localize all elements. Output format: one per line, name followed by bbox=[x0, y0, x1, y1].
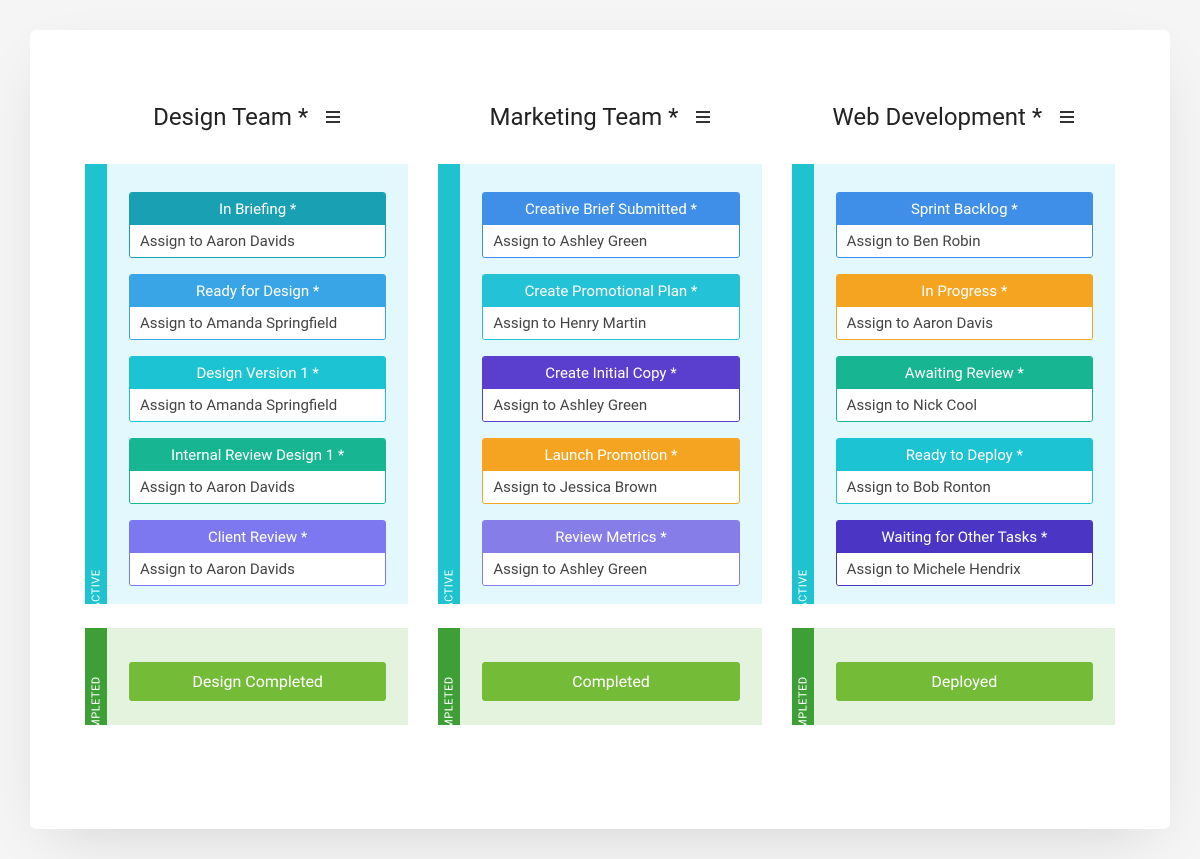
active-panel: ACTIVE Creative Brief Submitted * Assign… bbox=[438, 164, 761, 604]
column-header: Marketing Team * bbox=[438, 100, 761, 134]
task-title: Creative Brief Submitted * bbox=[483, 193, 738, 225]
task-assign: Assign to Nick Cool bbox=[837, 389, 1092, 421]
task-title: Waiting for Other Tasks * bbox=[837, 521, 1092, 553]
task-assign: Assign to Ashley Green bbox=[483, 225, 738, 257]
task-assign: Assign to Aaron Davids bbox=[130, 225, 385, 257]
completed-tab[interactable]: COMPLETED bbox=[438, 628, 460, 725]
column-header: Web Development * bbox=[792, 100, 1115, 134]
active-tab-label: ACTIVE bbox=[443, 570, 456, 610]
completed-panel-body: Deployed bbox=[814, 628, 1115, 725]
column-menu-icon[interactable] bbox=[1060, 111, 1074, 123]
task-card[interactable]: Launch Promotion * Assign to Jessica Bro… bbox=[482, 438, 739, 504]
task-assign: Assign to Aaron Davids bbox=[130, 553, 385, 585]
active-tab[interactable]: ACTIVE bbox=[792, 164, 814, 604]
completed-tab-label: COMPLETED bbox=[443, 676, 456, 744]
task-assign: Assign to Henry Martin bbox=[483, 307, 738, 339]
task-card[interactable]: Create Promotional Plan * Assign to Henr… bbox=[482, 274, 739, 340]
task-title: Client Review * bbox=[130, 521, 385, 553]
task-assign: Assign to Amanda Springfield bbox=[130, 307, 385, 339]
completed-tab-label: COMPLETED bbox=[796, 676, 809, 744]
task-assign: Assign to Ben Robin bbox=[837, 225, 1092, 257]
active-panel: ACTIVE Sprint Backlog * Assign to Ben Ro… bbox=[792, 164, 1115, 604]
board-canvas: Design Team * ACTIVE In Briefing * Assig… bbox=[30, 30, 1170, 829]
active-panel-body: In Briefing * Assign to Aaron Davids Rea… bbox=[107, 164, 408, 604]
completed-panel: COMPLETED Design Completed bbox=[85, 628, 408, 725]
column-marketing-team: Marketing Team * ACTIVE Creative Brief S… bbox=[438, 100, 761, 749]
task-title: Internal Review Design 1 * bbox=[130, 439, 385, 471]
task-title: Create Promotional Plan * bbox=[483, 275, 738, 307]
task-card[interactable]: Waiting for Other Tasks * Assign to Mich… bbox=[836, 520, 1093, 586]
task-title: Design Version 1 * bbox=[130, 357, 385, 389]
task-assign: Assign to Ashley Green bbox=[483, 553, 738, 585]
task-title: In Briefing * bbox=[130, 193, 385, 225]
active-tab[interactable]: ACTIVE bbox=[85, 164, 107, 604]
column-design-team: Design Team * ACTIVE In Briefing * Assig… bbox=[85, 100, 408, 749]
completed-button[interactable]: Deployed bbox=[836, 662, 1093, 701]
task-card[interactable]: Creative Brief Submitted * Assign to Ash… bbox=[482, 192, 739, 258]
column-menu-icon[interactable] bbox=[326, 111, 340, 123]
task-title: Launch Promotion * bbox=[483, 439, 738, 471]
completed-tab-label: COMPLETED bbox=[90, 676, 103, 744]
task-assign: Assign to Bob Ronton bbox=[837, 471, 1092, 503]
active-tab[interactable]: ACTIVE bbox=[438, 164, 460, 604]
active-panel: ACTIVE In Briefing * Assign to Aaron Dav… bbox=[85, 164, 408, 604]
task-assign: Assign to Aaron Davids bbox=[130, 471, 385, 503]
completed-panel-body: Design Completed bbox=[107, 628, 408, 725]
task-card[interactable]: Ready to Deploy * Assign to Bob Ronton bbox=[836, 438, 1093, 504]
active-panel-body: Creative Brief Submitted * Assign to Ash… bbox=[460, 164, 761, 604]
task-title: Review Metrics * bbox=[483, 521, 738, 553]
completed-panel-body: Completed bbox=[460, 628, 761, 725]
task-card[interactable]: In Briefing * Assign to Aaron Davids bbox=[129, 192, 386, 258]
task-card[interactable]: Sprint Backlog * Assign to Ben Robin bbox=[836, 192, 1093, 258]
completed-button[interactable]: Completed bbox=[482, 662, 739, 701]
task-card[interactable]: Internal Review Design 1 * Assign to Aar… bbox=[129, 438, 386, 504]
task-title: Ready to Deploy * bbox=[837, 439, 1092, 471]
active-tab-label: ACTIVE bbox=[90, 570, 103, 610]
task-title: In Progress * bbox=[837, 275, 1092, 307]
task-title: Ready for Design * bbox=[130, 275, 385, 307]
column-menu-icon[interactable] bbox=[696, 111, 710, 123]
completed-button[interactable]: Design Completed bbox=[129, 662, 386, 701]
task-assign: Assign to Michele Hendrix bbox=[837, 553, 1092, 585]
completed-panel: COMPLETED Deployed bbox=[792, 628, 1115, 725]
task-card[interactable]: Review Metrics * Assign to Ashley Green bbox=[482, 520, 739, 586]
task-card[interactable]: Design Version 1 * Assign to Amanda Spri… bbox=[129, 356, 386, 422]
column-web-development: Web Development * ACTIVE Sprint Backlog … bbox=[792, 100, 1115, 749]
task-card[interactable]: Create Initial Copy * Assign to Ashley G… bbox=[482, 356, 739, 422]
column-title: Design Team * bbox=[153, 103, 308, 131]
task-card[interactable]: Client Review * Assign to Aaron Davids bbox=[129, 520, 386, 586]
task-card[interactable]: In Progress * Assign to Aaron Davis bbox=[836, 274, 1093, 340]
task-assign: Assign to Jessica Brown bbox=[483, 471, 738, 503]
completed-panel: COMPLETED Completed bbox=[438, 628, 761, 725]
task-assign: Assign to Amanda Springfield bbox=[130, 389, 385, 421]
task-title: Sprint Backlog * bbox=[837, 193, 1092, 225]
task-title: Awaiting Review * bbox=[837, 357, 1092, 389]
task-card[interactable]: Ready for Design * Assign to Amanda Spri… bbox=[129, 274, 386, 340]
task-card[interactable]: Awaiting Review * Assign to Nick Cool bbox=[836, 356, 1093, 422]
active-tab-label: ACTIVE bbox=[796, 570, 809, 610]
active-panel-body: Sprint Backlog * Assign to Ben Robin In … bbox=[814, 164, 1115, 604]
task-title: Create Initial Copy * bbox=[483, 357, 738, 389]
column-title: Marketing Team * bbox=[490, 103, 679, 131]
column-title: Web Development * bbox=[832, 103, 1042, 131]
completed-tab[interactable]: COMPLETED bbox=[792, 628, 814, 725]
task-assign: Assign to Aaron Davis bbox=[837, 307, 1092, 339]
column-header: Design Team * bbox=[85, 100, 408, 134]
completed-tab[interactable]: COMPLETED bbox=[85, 628, 107, 725]
task-assign: Assign to Ashley Green bbox=[483, 389, 738, 421]
